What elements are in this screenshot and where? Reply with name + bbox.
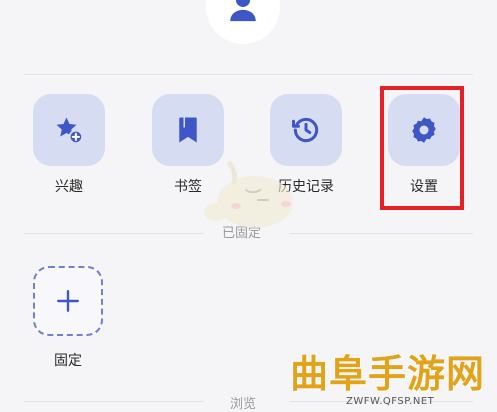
shortcut-label-bookmarks: 书签 bbox=[174, 179, 202, 195]
shortcut-label-interests: 兴趣 bbox=[55, 179, 83, 195]
shortcut-bookmarks[interactable]: 书签 bbox=[148, 94, 228, 196]
interests-tile[interactable] bbox=[33, 94, 105, 166]
divider-pinned-left bbox=[24, 233, 204, 234]
add-pinned-button[interactable] bbox=[33, 266, 103, 336]
settings-highlight-box bbox=[380, 86, 464, 210]
browse-section-title: 浏览 bbox=[230, 397, 257, 412]
divider-browse-left bbox=[24, 401, 204, 402]
user-icon bbox=[230, 0, 256, 22]
history-icon bbox=[292, 117, 319, 143]
pinned-section-title: 已固定 bbox=[222, 226, 262, 241]
plus-icon bbox=[57, 290, 79, 312]
brand-watermark-title: 曲阜手游网 bbox=[290, 351, 486, 396]
star-plus-icon bbox=[56, 117, 84, 145]
shortcut-interests[interactable]: 兴趣 bbox=[29, 94, 109, 196]
divider-pinned-right bbox=[290, 233, 473, 234]
add-pinned-label: 固定 bbox=[54, 353, 82, 369]
history-tile[interactable] bbox=[270, 94, 342, 166]
bookmarks-tile[interactable] bbox=[152, 94, 224, 166]
divider-top bbox=[24, 74, 473, 75]
divider-browse-right bbox=[290, 401, 473, 402]
avatar[interactable] bbox=[206, 0, 280, 44]
shortcut-label-history: 历史记录 bbox=[278, 179, 334, 195]
bookmark-icon bbox=[179, 117, 197, 143]
shortcut-history[interactable]: 历史记录 bbox=[266, 94, 346, 196]
